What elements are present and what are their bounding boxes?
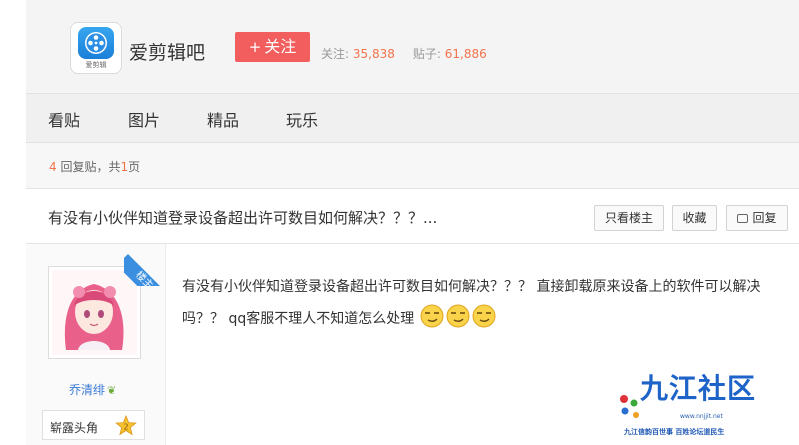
left-gutter: [0, 0, 26, 445]
author-name-text: 乔清绯: [69, 383, 106, 397]
watermark-slogan: 九江信韵百世事 百姓论坛道民生: [624, 428, 725, 436]
forum-logo-caption: 爱剪辑: [85, 61, 107, 69]
reply-count: 4: [49, 160, 57, 174]
jiujiang-watermark: 九江社区 www.nnjjit.net 九江信韵百世事 百姓论坛道民生: [614, 365, 799, 445]
reply-text: 回复贴，共: [60, 160, 121, 174]
watermark-title: 九江社区: [640, 372, 757, 405]
followers-count: 35,838: [352, 47, 395, 61]
rank-level: 2: [123, 423, 128, 432]
forum-logo[interactable]: 爱剪辑: [70, 22, 122, 74]
forum-name[interactable]: 爱剪辑吧: [129, 38, 205, 65]
page-count: 1: [120, 160, 129, 174]
tab-featured[interactable]: 精品: [207, 107, 239, 131]
follow-label: 关注: [264, 37, 297, 56]
author-name[interactable]: 乔清绯 ❦: [69, 381, 116, 398]
thread-title-bar: 有没有小伙伴知道登录设备超出许可数目如何解决？？？... 只看楼主 收藏 回复: [26, 188, 799, 244]
smirk-emoji-icon: [472, 304, 496, 328]
follow-button[interactable]: + 关注: [235, 32, 310, 62]
smirk-emoji-icon: [420, 304, 444, 328]
op-badge-label: 楼主: [124, 254, 166, 286]
favorite-button[interactable]: 收藏: [672, 205, 717, 231]
rank-title: 崭露头角: [50, 421, 99, 435]
only-op-button[interactable]: 只看楼主: [594, 205, 664, 231]
aijianji-app-icon: [78, 27, 114, 59]
reply-button-label: 回复: [752, 211, 777, 225]
forum-header: 爱剪辑 爱剪辑吧 + 关注 关注: 35,838 贴子: 61,886: [26, 0, 799, 93]
leaf-icon: ❦: [107, 384, 117, 397]
reply-info: 4 回复贴，共1页: [49, 158, 140, 175]
reply-info-bar: 4 回复贴，共1页: [26, 143, 799, 188]
page: 爱剪辑 爱剪辑吧 + 关注 关注: 35,838 贴子: 61,886 看贴 图片 …: [0, 0, 799, 445]
posts-label: 贴子:: [412, 47, 441, 61]
forum-stats: 关注: 35,838 贴子: 61,886: [321, 45, 487, 62]
watermark-url: www.nnjjit.net: [680, 413, 723, 420]
forum-tabs: 看贴 图片 精品 玩乐: [26, 93, 799, 143]
post-content: 有没有小伙伴知道登录设备超出许可数目如何解决？？？ 直接卸载原来设备上的软件可以…: [182, 272, 782, 335]
thread-title: 有没有小伙伴知道登录设备超出许可数目如何解决？？？...: [48, 209, 438, 227]
rank-box[interactable]: 崭露头角 2: [42, 410, 145, 440]
tab-kantie[interactable]: 看贴: [48, 107, 80, 131]
tab-fun[interactable]: 玩乐: [286, 107, 318, 131]
op-badge: 楼主: [124, 244, 166, 286]
smirk-emoji-icon: [446, 304, 470, 328]
plus-icon: +: [248, 38, 262, 56]
followers-label: 关注:: [321, 47, 350, 61]
tab-images[interactable]: 图片: [128, 107, 160, 131]
author-column: 楼主 乔清绯 ❦ 崭露头角 2: [26, 244, 166, 445]
reply-button[interactable]: 回复: [726, 205, 788, 231]
level-star-icon: 2: [115, 415, 137, 436]
comment-icon: [737, 214, 749, 223]
page-unit: 页: [128, 160, 141, 174]
posts-count: 61,886: [444, 47, 487, 61]
